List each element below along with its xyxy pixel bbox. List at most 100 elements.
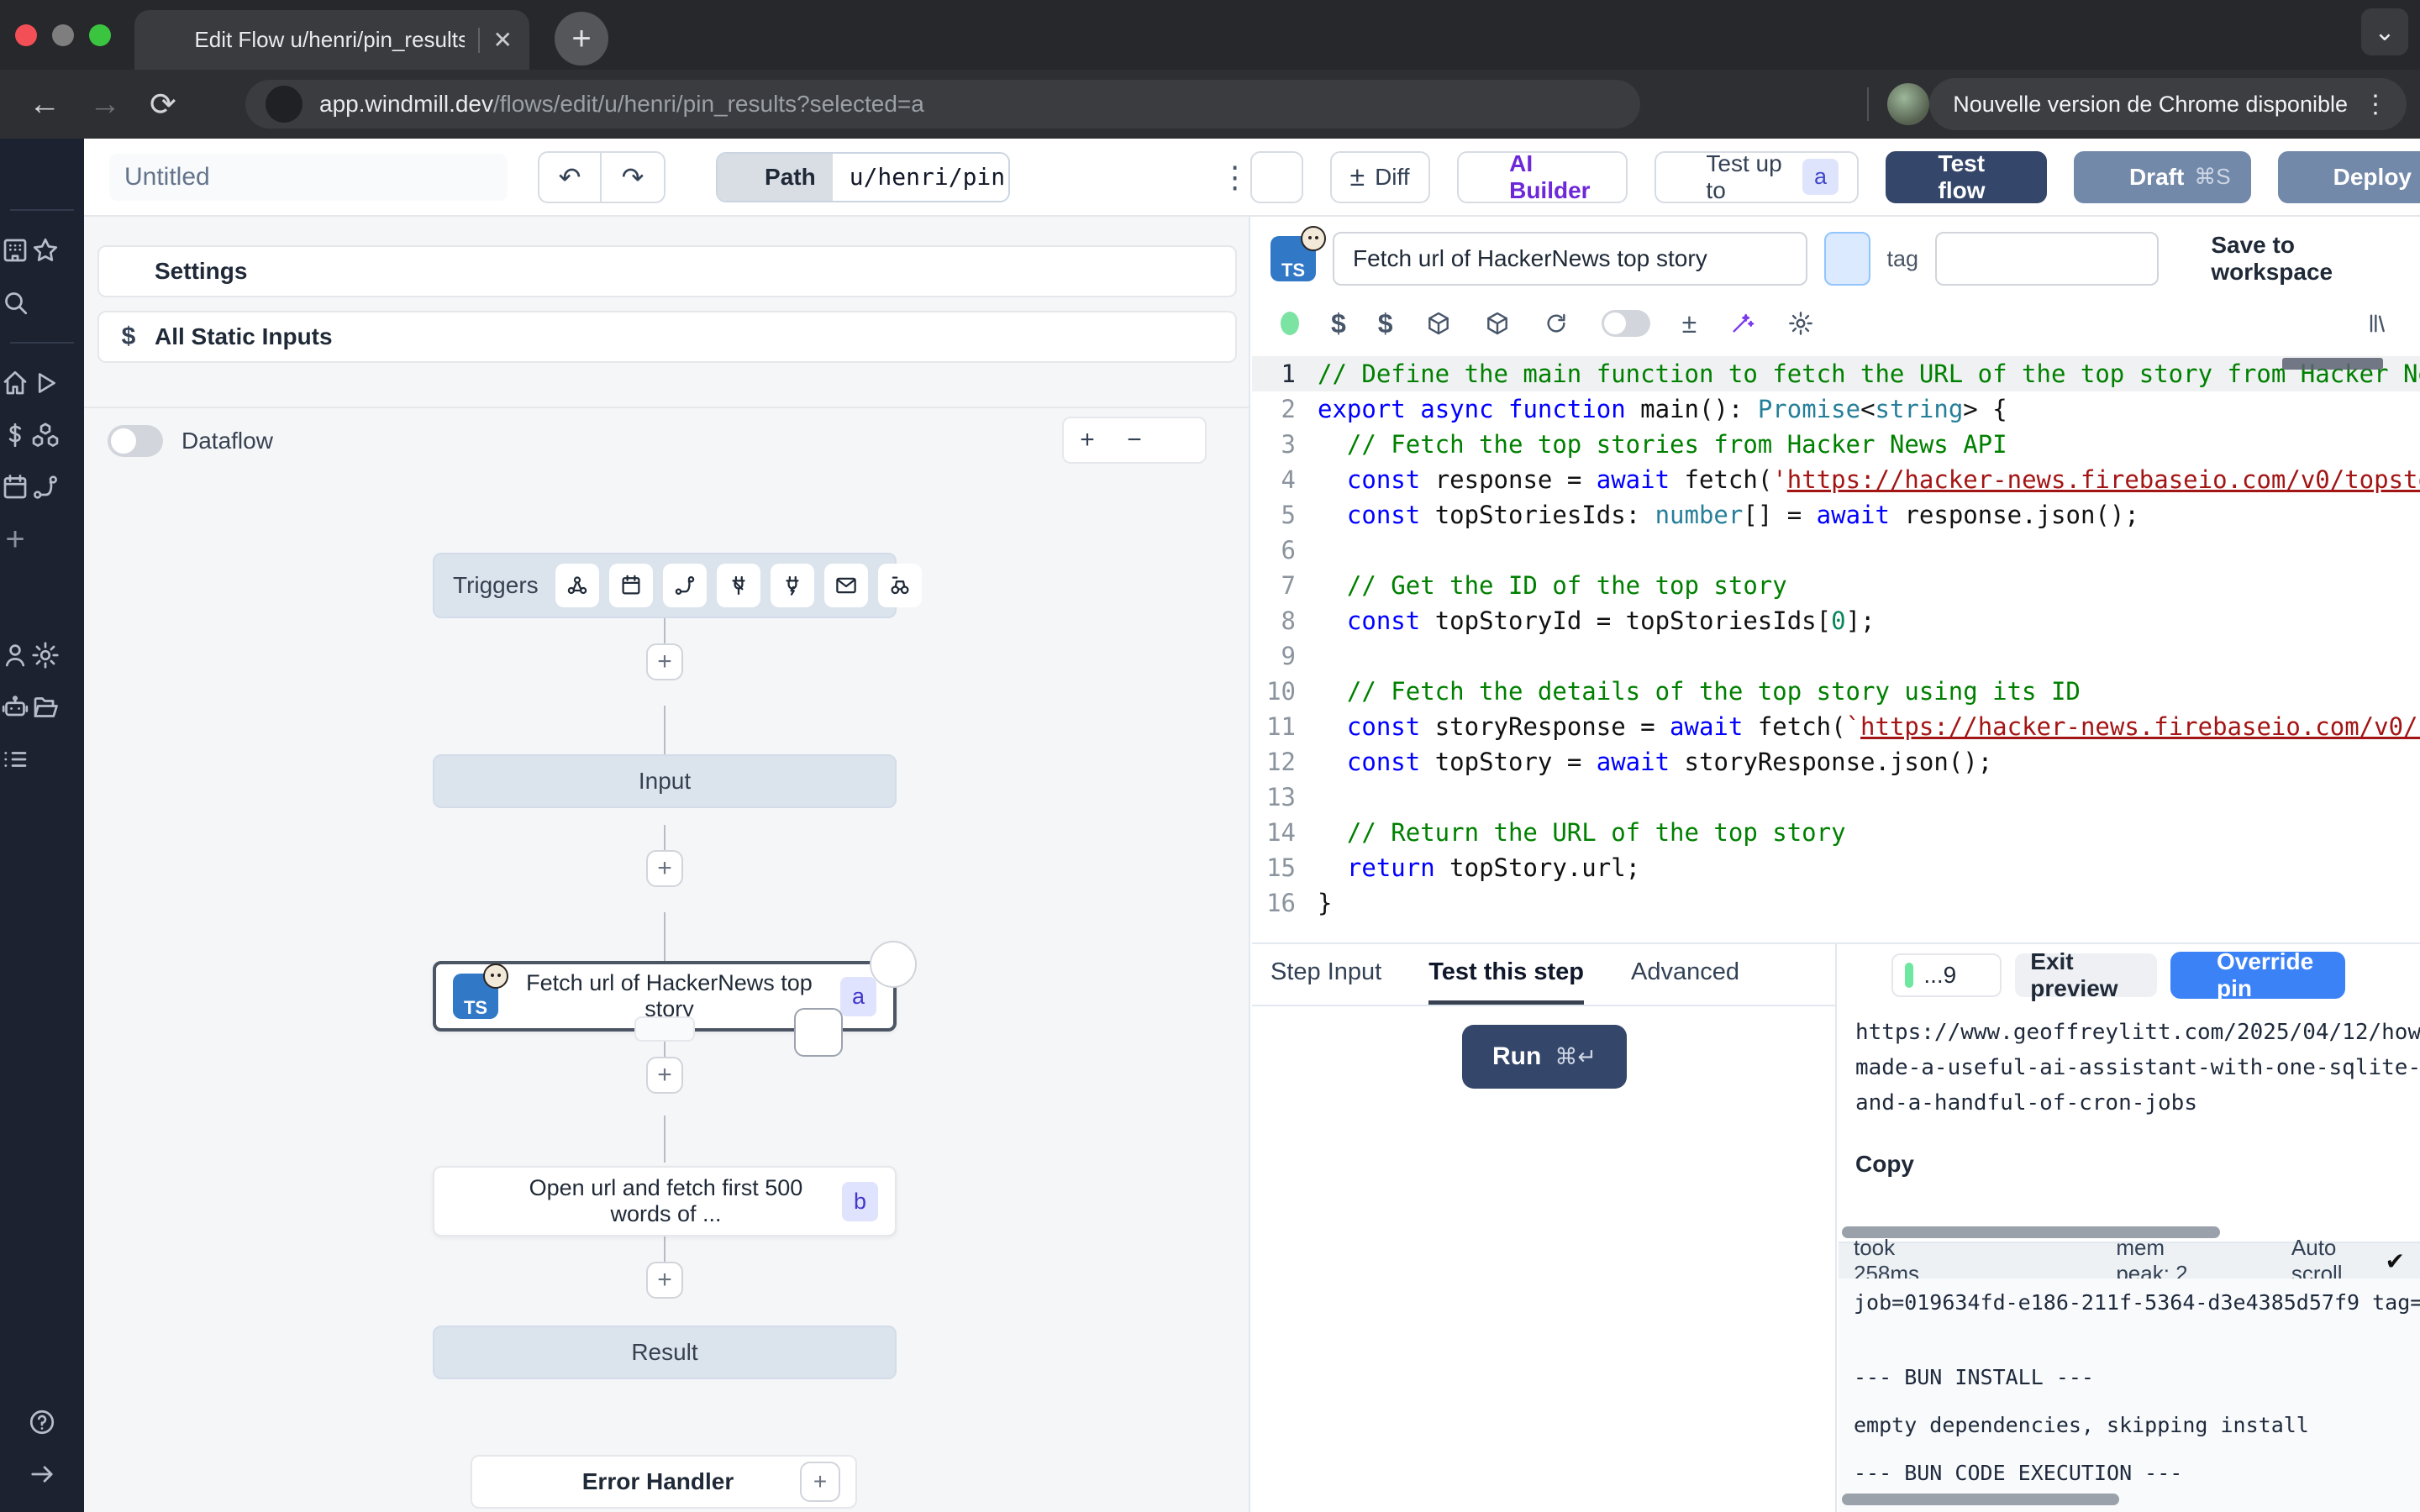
workspace-icon[interactable]	[0, 235, 30, 265]
reload-button[interactable]: ⟳	[150, 86, 176, 123]
log-horizontal-scrollbar[interactable]	[1842, 1494, 2119, 1505]
step-name-input[interactable]	[1333, 232, 1807, 286]
event-plug-bolt-icon[interactable]	[771, 564, 814, 607]
save-to-workspace-button[interactable]: Save to workspace	[2175, 232, 2402, 286]
code-editor[interactable]: 1// Define the main function to fetch th…	[1252, 356, 2420, 942]
code-line-15[interactable]: 15 return topStory.url;	[1252, 850, 2420, 885]
fit-view-button[interactable]	[1158, 418, 1205, 462]
window-minimize-button[interactable]	[52, 24, 74, 46]
url-bar[interactable]: app.windmill.dev/flows/edit/u/henri/pin_…	[245, 80, 1640, 129]
tab-advanced[interactable]: Advanced	[1631, 944, 1739, 1005]
chrome-menu-icon[interactable]: ⋮	[2363, 90, 2388, 119]
new-tab-button[interactable]: +	[555, 12, 608, 66]
redo-button[interactable]: ↷	[602, 151, 666, 203]
docs-book-button[interactable]	[1250, 151, 1303, 203]
copy-result-button[interactable]: Copy	[1855, 1151, 2420, 1178]
more-options-icon[interactable]: ⋮	[1220, 160, 1250, 195]
tab-test-this-step[interactable]: Test this step	[1428, 944, 1584, 1005]
ai-wand-icon[interactable]	[1728, 310, 1755, 337]
step-chip[interactable]: a	[1802, 159, 1839, 195]
run-button[interactable]: Run ⌘↵	[1462, 1025, 1627, 1089]
code-line-4[interactable]: 4 const response = await fetch('https://…	[1252, 462, 2420, 497]
chrome-update-pill[interactable]: Nouvelle version de Chrome disponible ⋮	[1929, 78, 2407, 130]
package-icon[interactable]	[1425, 310, 1452, 337]
editor-toggle[interactable]	[1602, 310, 1650, 337]
pin-toggle-button[interactable]	[1824, 232, 1870, 286]
override-pin-button[interactable]: Override pin	[2170, 952, 2344, 999]
delete-step-button[interactable]	[870, 941, 917, 988]
route-icon[interactable]	[663, 564, 707, 607]
folders-icon[interactable]	[30, 692, 60, 722]
zoom-in-button[interactable]: +	[1064, 418, 1111, 462]
back-button[interactable]: ←	[29, 87, 60, 123]
log-output[interactable]: job=019634fd-e186-211f-5364-d3e4385d57f9…	[1839, 1278, 2420, 1512]
add-step-button[interactable]: +	[646, 1057, 683, 1094]
code-line-6[interactable]: 6	[1252, 533, 2420, 568]
history-icon[interactable]	[1854, 960, 1878, 990]
code-line-3[interactable]: 3 // Fetch the top stories from Hacker N…	[1252, 427, 2420, 462]
variables-dollar-icon[interactable]	[0, 420, 30, 450]
code-line-2[interactable]: 2export async function main(): Promise<s…	[1252, 391, 2420, 427]
add-plus-icon[interactable]: +	[0, 524, 30, 554]
refresh-icon[interactable]	[1543, 310, 1570, 337]
diff-button[interactable]: ±Diff	[1330, 151, 1430, 203]
auto-scroll-checkbox[interactable]: ✔	[2386, 1247, 2405, 1275]
path-button[interactable]: Path u/henri/pin	[716, 152, 1010, 202]
extensions-puzzle-icon[interactable]	[1820, 88, 1852, 120]
settings-gear-icon[interactable]	[30, 640, 60, 670]
add-step-button[interactable]: +	[646, 643, 683, 680]
window-close-button[interactable]	[15, 24, 37, 46]
code-line-13[interactable]: 13	[1252, 780, 2420, 815]
package-icon-2[interactable]	[1484, 310, 1511, 337]
triggers-node[interactable]: Triggers	[433, 553, 897, 618]
code-line-10[interactable]: 10 // Fetch the details of the top story…	[1252, 674, 2420, 709]
flow-name-field[interactable]: Untitled	[109, 154, 508, 201]
dollar-icon-2-icon[interactable]: $	[1378, 308, 1393, 339]
code-line-14[interactable]: 14 // Return the URL of the top story	[1252, 815, 2420, 850]
schedule-calendar-icon[interactable]	[609, 564, 653, 607]
forward-button[interactable]: →	[89, 87, 121, 123]
schedules-calendar-icon[interactable]	[0, 472, 30, 502]
code-line-12[interactable]: 12 const topStory = await storyResponse.…	[1252, 744, 2420, 780]
email-icon[interactable]	[824, 564, 868, 607]
download-logs-icon[interactable]	[2230, 1248, 2251, 1273]
draft-button[interactable]: Draft⌘S	[2074, 151, 2251, 203]
windmill-logo[interactable]	[20, 152, 64, 196]
info-icon[interactable]	[2395, 961, 2418, 990]
step-node-b[interactable]: Open url and fetch first 500 words of ..…	[433, 1166, 897, 1236]
code-line-7[interactable]: 7 // Get the ID of the top story	[1252, 568, 2420, 603]
expand-logs-icon[interactable]	[2260, 1248, 2281, 1273]
poll-binoculars-icon[interactable]	[878, 564, 922, 607]
collapse-step-chevron[interactable]	[634, 1016, 695, 1042]
result-node[interactable]: Result	[433, 1326, 897, 1379]
dollar-icon-icon[interactable]: $	[1331, 308, 1346, 339]
deploy-button[interactable]: Deploy	[2278, 151, 2420, 203]
profile-avatar[interactable]	[1884, 80, 1933, 129]
websocket-plug-icon[interactable]	[717, 564, 760, 607]
zoom-out-button[interactable]: −	[1111, 418, 1158, 462]
tab-close-icon[interactable]: ✕	[493, 26, 513, 54]
all-static-inputs-button[interactable]: $ All Static Inputs	[97, 311, 1237, 363]
help-icon[interactable]	[27, 1407, 57, 1437]
tab-step-input[interactable]: Step Input	[1270, 944, 1381, 1005]
favorites-star-icon[interactable]	[30, 235, 60, 265]
ai-builder-button[interactable]: AI Builder	[1457, 151, 1628, 203]
site-settings-icon[interactable]	[266, 86, 302, 123]
input-node[interactable]: Input	[433, 754, 897, 808]
webhook-icon[interactable]	[555, 564, 599, 607]
code-line-5[interactable]: 5 const topStoriesIds: number[] = await …	[1252, 497, 2420, 533]
error-handler-node[interactable]: Error Handler +	[471, 1455, 857, 1509]
code-line-9[interactable]: 9	[1252, 638, 2420, 674]
code-line-8[interactable]: 8 const topStoryId = topStoriesIds[0];	[1252, 603, 2420, 638]
browser-tab[interactable]: Edit Flow u/henri/pin_results ✕	[134, 10, 529, 70]
add-error-handler-button[interactable]: +	[800, 1462, 840, 1502]
gear-icon[interactable]	[1787, 310, 1814, 337]
step-node-a[interactable]: TS Fetch url of HackerNews top story a	[433, 961, 897, 1032]
audit-logs-icon[interactable]	[0, 744, 30, 774]
runs-play-icon[interactable]	[30, 368, 60, 398]
resources-cubes-icon[interactable]	[30, 420, 60, 450]
external-link-icon[interactable]	[1966, 964, 1988, 986]
add-step-button[interactable]: +	[646, 850, 683, 887]
tag-select[interactable]	[1935, 232, 2159, 286]
undo-button[interactable]: ↶	[538, 151, 602, 203]
